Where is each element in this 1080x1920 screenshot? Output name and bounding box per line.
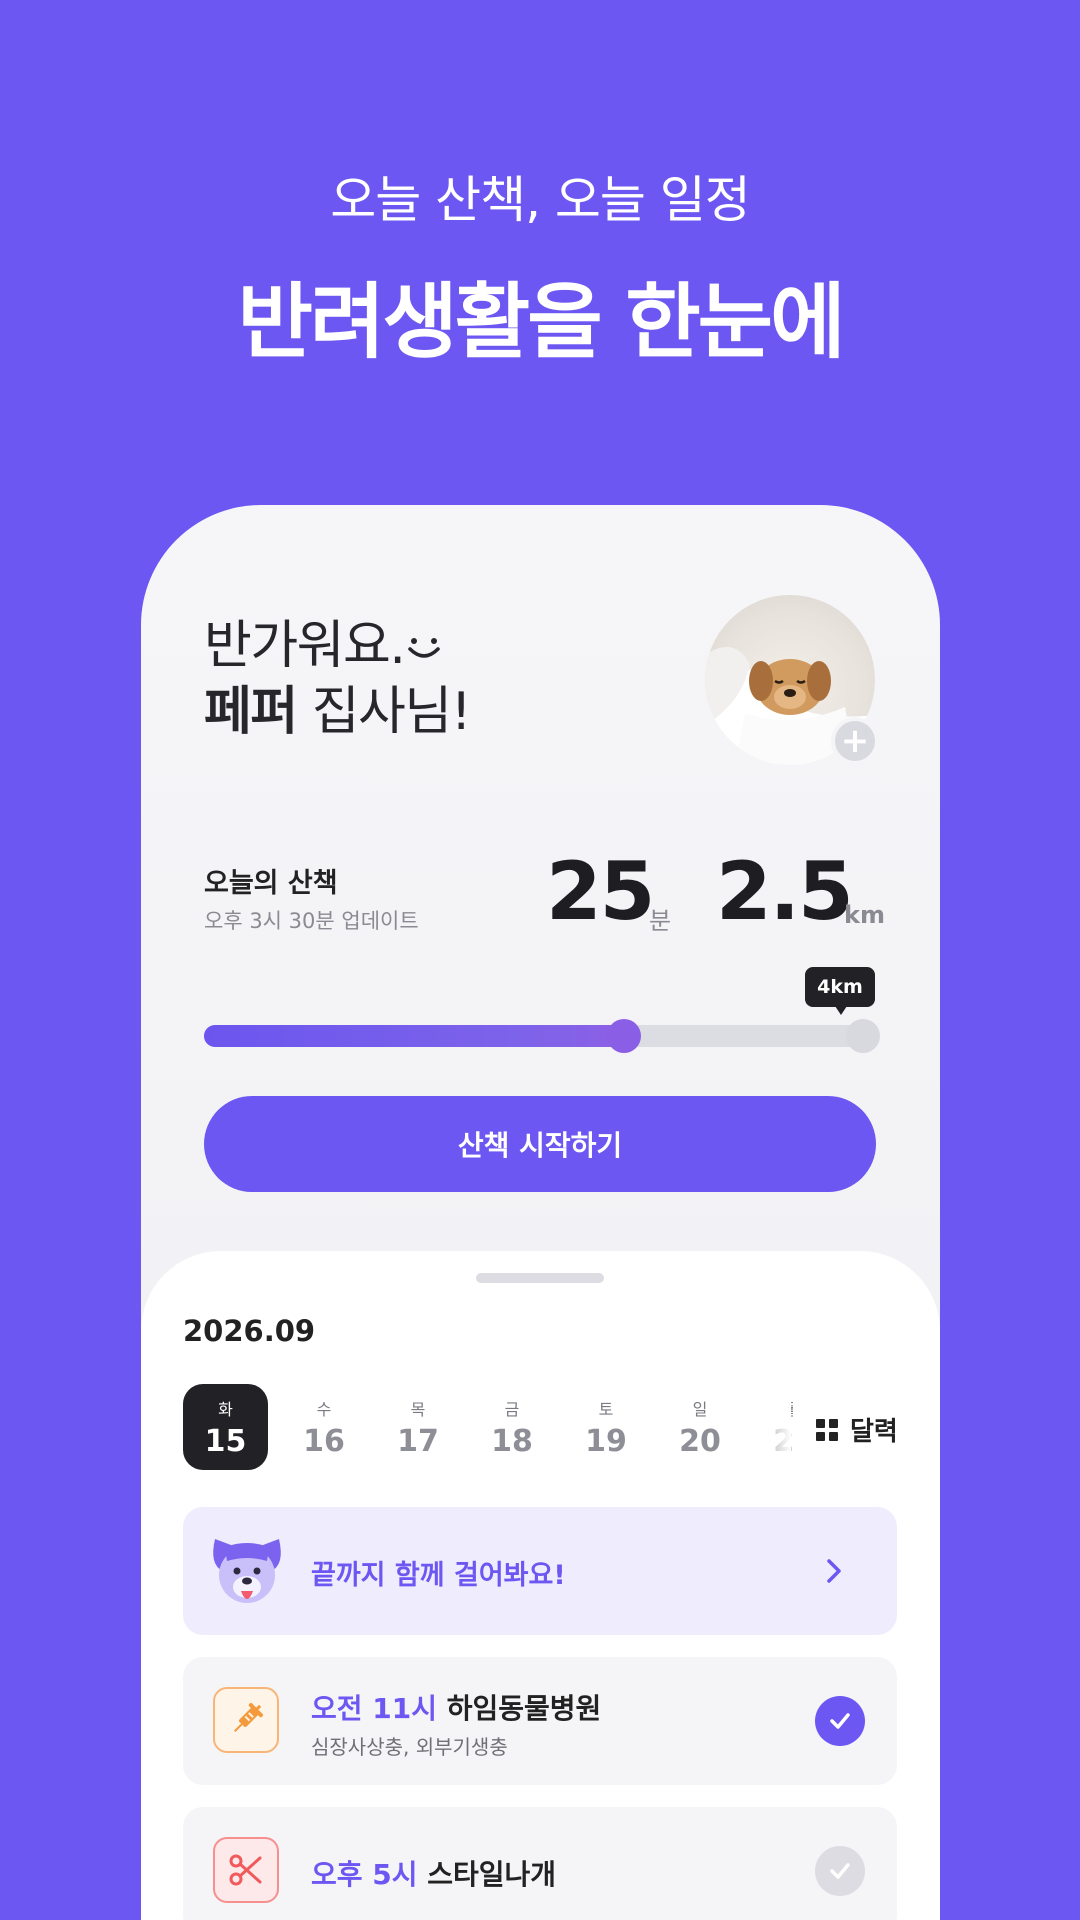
day-date: 16 — [303, 1423, 345, 1459]
day-weekday: 화 — [218, 1399, 233, 1419]
day-item[interactable]: 수 16 — [277, 1384, 371, 1470]
day-weekday: 일 — [692, 1399, 708, 1419]
schedule-item[interactable]: 오후 5시 스타일나개 — [183, 1807, 897, 1920]
walk-minutes: 25 — [546, 845, 655, 938]
pet-name: 페퍼 — [204, 682, 298, 742]
phone-screen: 반가워요. 페퍼 집사님! + 오늘의 산책 오후 3시 30분 업데이트 25… — [141, 505, 940, 1920]
walk-updated-time: 오후 3시 30분 업데이트 — [204, 909, 419, 933]
calendar-button-label: 달력 — [850, 1417, 898, 1447]
schedule-item-place: 하임동물병원 — [437, 1692, 602, 1725]
check-icon — [830, 1863, 850, 1879]
start-walk-button[interactable]: 산책 시작하기 — [204, 1096, 876, 1192]
day-weekday: 토 — [598, 1399, 614, 1419]
day-date: 19 — [585, 1423, 627, 1459]
calendar-button[interactable]: 달력 — [816, 1411, 898, 1448]
schedule-item-place: 스타일나개 — [417, 1858, 557, 1891]
day-selector-fade — [751, 1384, 791, 1470]
day-item[interactable]: 화 15 — [183, 1384, 268, 1470]
add-photo-button[interactable]: + — [831, 717, 879, 765]
day-date: 18 — [491, 1423, 533, 1459]
walk-promo-card[interactable]: 끝까지 함께 걸어봐요! — [183, 1507, 897, 1635]
walk-progress-fill — [204, 1025, 624, 1047]
day-item[interactable]: 일 20 — [653, 1384, 747, 1470]
greeting-line1: 반가워요. — [204, 616, 406, 676]
walk-distance-unit: km — [844, 901, 885, 929]
day-date: 17 — [397, 1423, 439, 1459]
walk-progress-thumb — [607, 1019, 641, 1053]
schedule-item-title: 오후 5시 스타일나개 — [311, 1853, 556, 1893]
day-date: 20 — [679, 1423, 721, 1459]
day-weekday: 목 — [410, 1399, 426, 1419]
hero-title: 반려생활을 한눈에 — [237, 275, 845, 370]
dog-mascot-icon — [213, 1539, 281, 1603]
goal-tooltip: 4km — [805, 967, 875, 1015]
schedule-month: 2026.09 — [183, 1314, 316, 1348]
day-item[interactable]: 금 18 — [465, 1384, 559, 1470]
complete-toggle[interactable] — [815, 1696, 865, 1746]
walk-distance: 2.5 — [716, 845, 854, 938]
smile-icon — [408, 638, 441, 658]
day-weekday: 금 — [504, 1399, 520, 1419]
goal-marker — [846, 1019, 880, 1053]
day-item[interactable]: 목 17 — [371, 1384, 465, 1470]
schedule-item-detail: 심장사상충, 외부기생충 — [311, 1735, 508, 1759]
walk-progress-bar — [204, 1019, 880, 1053]
walk-title: 오늘의 산책 — [204, 868, 338, 899]
check-icon — [830, 1713, 850, 1729]
scissors-icon — [213, 1837, 279, 1903]
schedule-item[interactable]: 오전 11시 하임동물병원 심장사상충, 외부기생충 — [183, 1657, 897, 1785]
complete-toggle[interactable] — [815, 1846, 865, 1896]
schedule-item-time: 오후 5시 — [311, 1858, 418, 1891]
schedule-item-time: 오전 11시 — [311, 1692, 437, 1725]
day-item[interactable]: 토 19 — [559, 1384, 653, 1470]
sheet-drag-handle[interactable] — [476, 1273, 604, 1283]
walk-promo-text: 끝까지 함께 걸어봐요! — [311, 1560, 566, 1591]
hero-subtitle: 오늘 산책, 오늘 일정 — [330, 171, 751, 229]
day-date: 15 — [204, 1423, 247, 1459]
walk-minutes-unit: 분 — [649, 907, 672, 935]
day-weekday: 수 — [316, 1399, 332, 1419]
day-selector: 화 15 수 16 목 17 금 18 토 19 일 20 — [183, 1384, 793, 1470]
schedule-item-title: 오전 11시 하임동물병원 — [311, 1687, 601, 1727]
schedule-sheet: 2026.09 화 15 수 16 목 17 금 18 토 19 일 20 달력… — [141, 1251, 940, 1920]
plus-icon: + — [840, 721, 870, 761]
greeting: 반가워요. 페퍼 집사님! — [204, 613, 472, 745]
greeting-suffix: 집사님! — [296, 682, 472, 742]
syringe-icon — [213, 1687, 279, 1753]
chevron-right-icon — [827, 1559, 841, 1583]
grid-icon — [816, 1418, 838, 1441]
